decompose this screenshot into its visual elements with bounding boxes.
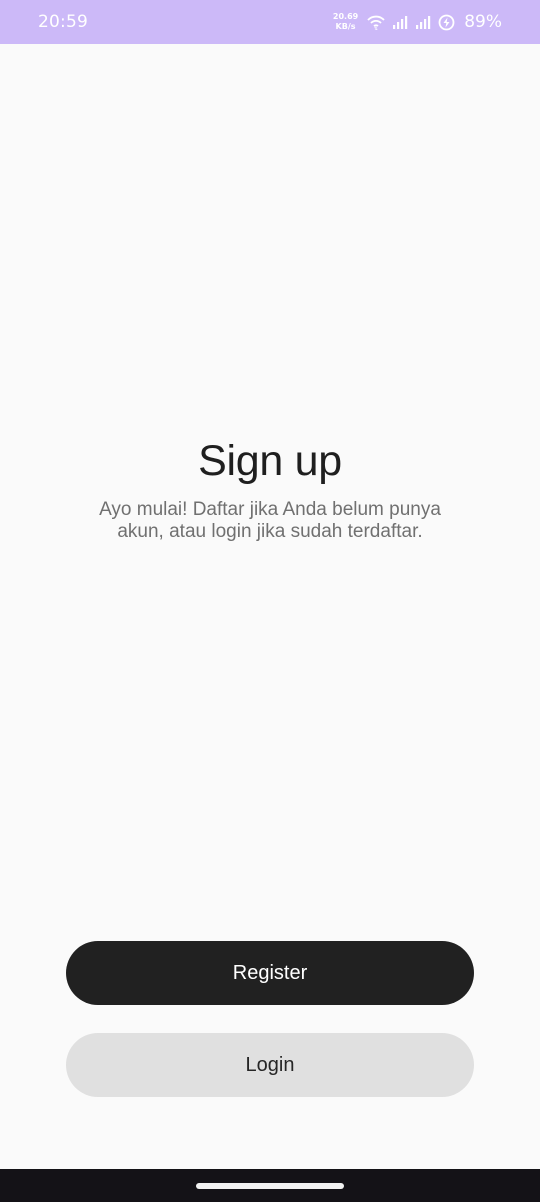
svg-text:⇅: ⇅	[374, 26, 378, 30]
navigation-bar	[0, 1169, 540, 1202]
signup-intro: Sign up Ayo mulai! Daftar jika Anda belu…	[0, 436, 540, 543]
battery-percent: 89%	[464, 12, 502, 32]
signal-icon	[415, 15, 431, 29]
login-button[interactable]: Login	[66, 1033, 474, 1097]
home-gesture-handle[interactable]	[196, 1183, 344, 1189]
register-button[interactable]: Register	[66, 941, 474, 1005]
battery-charging-icon	[438, 14, 455, 31]
status-icons: 20.69 KB/s ⇅ 89%	[333, 8, 502, 36]
network-speed: 20.69 KB/s	[333, 12, 358, 32]
page-subtitle: Ayo mulai! Daftar jika Anda belum punya …	[99, 499, 441, 542]
network-speed-unit: KB/s	[335, 22, 356, 31]
status-bar: 20:59 20.69 KB/s ⇅ 89%	[0, 0, 540, 44]
signal-icon	[392, 15, 408, 29]
signup-screen: 20:59 20.69 KB/s ⇅ 89% Sign up Ayo mulai…	[0, 0, 540, 1202]
network-speed-value: 20.69	[332, 12, 359, 21]
status-time: 20:59	[38, 12, 88, 32]
page-title: Sign up	[198, 437, 342, 485]
wifi-icon: ⇅	[367, 14, 385, 30]
